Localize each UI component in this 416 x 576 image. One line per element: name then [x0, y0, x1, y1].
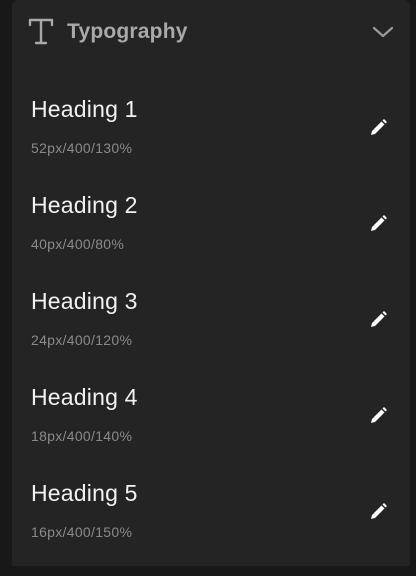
section-title: Typography [67, 20, 188, 43]
typography-item-heading-4[interactable]: Heading 4 18px/400/140% [12, 384, 410, 480]
style-spec: 18px/400/140% [31, 428, 133, 444]
pencil-icon[interactable] [368, 502, 388, 522]
typography-item-heading-3[interactable]: Heading 3 24px/400/120% [12, 288, 410, 384]
style-spec: 52px/400/130% [31, 140, 133, 156]
style-spec: 16px/400/150% [31, 524, 133, 540]
pencil-icon[interactable] [368, 406, 388, 426]
chevron-down-icon[interactable] [372, 24, 394, 40]
pencil-icon[interactable] [368, 214, 388, 234]
typography-panel: Typography Heading 1 52px/400/130% Headi… [12, 0, 410, 566]
text-type-icon [28, 18, 54, 45]
style-name: Heading 1 [31, 96, 138, 122]
typography-header[interactable]: Typography [12, 0, 410, 64]
style-name: Heading 4 [31, 384, 138, 410]
pencil-icon[interactable] [368, 118, 388, 138]
typography-item-heading-1[interactable]: Heading 1 52px/400/130% [12, 96, 410, 192]
style-spec: 40px/400/80% [31, 236, 125, 252]
pencil-icon[interactable] [368, 310, 388, 330]
style-name: Heading 3 [31, 288, 138, 314]
style-name: Heading 2 [31, 192, 138, 218]
style-spec: 24px/400/120% [31, 332, 133, 348]
typography-item-heading-5[interactable]: Heading 5 16px/400/150% [12, 480, 410, 576]
style-name: Heading 5 [31, 480, 138, 506]
typography-item-heading-2[interactable]: Heading 2 40px/400/80% [12, 192, 410, 288]
